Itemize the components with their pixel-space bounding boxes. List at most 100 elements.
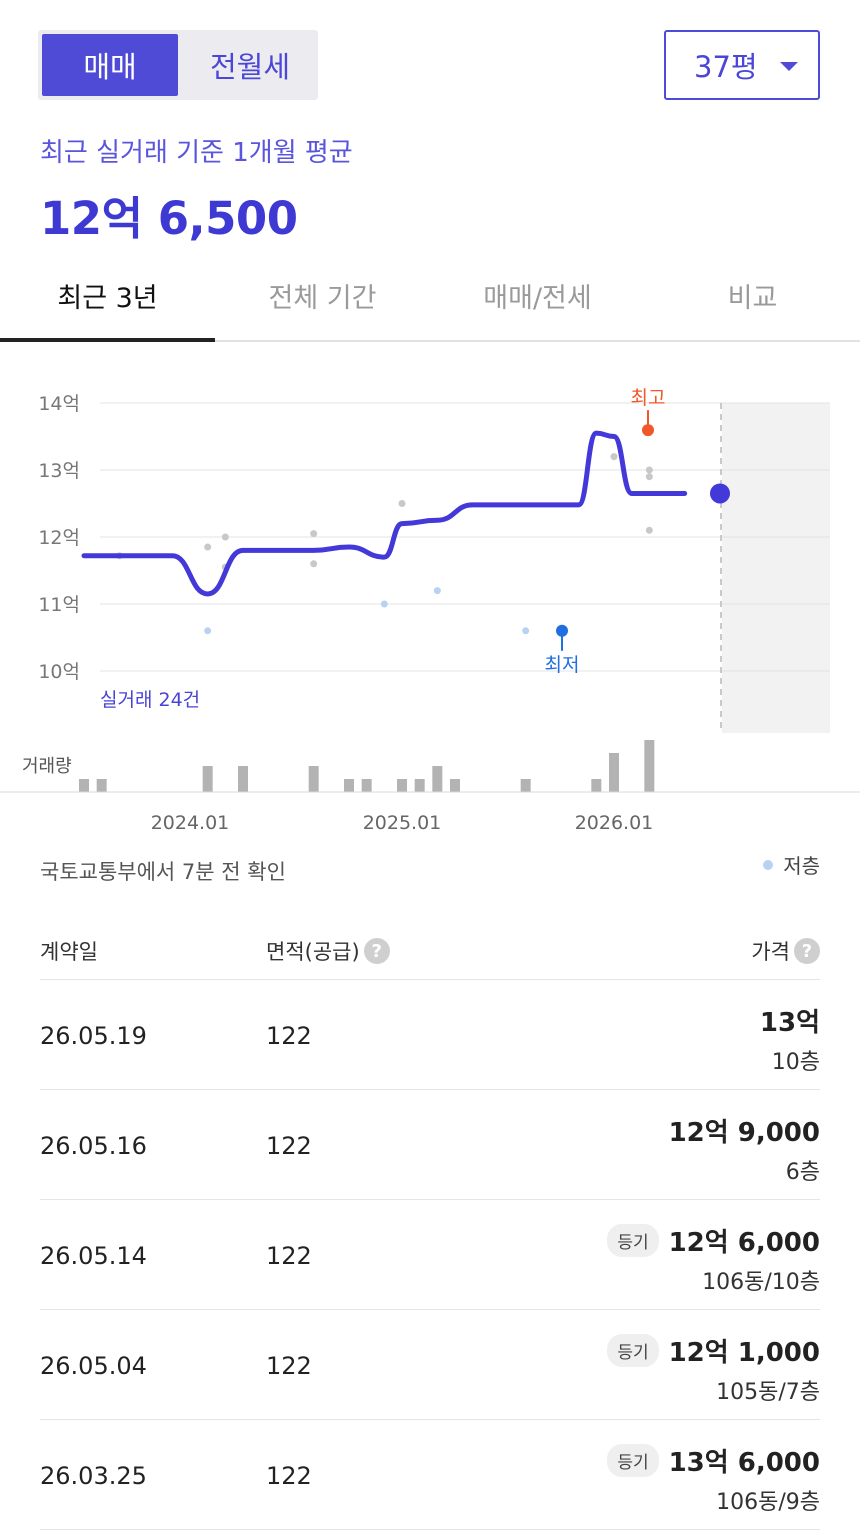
- price-chart-svg: 14억 13억 12억 11억 10억 최고최저실거래 24건거래량 2024.01 2025…: [0, 387, 860, 834]
- y-tick-label: 13억: [38, 460, 80, 482]
- transaction-count: 실거래 24건: [100, 689, 200, 711]
- size-dropdown[interactable]: 37평: [664, 30, 820, 100]
- tab-sale-jeonse[interactable]: 매매/전세: [430, 250, 645, 340]
- header-date: 계약일: [40, 940, 98, 964]
- volume-bar: [238, 766, 248, 792]
- header-price: 가격 ?: [751, 936, 820, 966]
- transaction-point: [204, 543, 212, 551]
- low-floor-point: [433, 587, 441, 595]
- row-area: 122: [266, 1132, 312, 1160]
- future-region: [722, 403, 830, 733]
- row-area: 122: [266, 1242, 312, 1270]
- volume-bar: [308, 766, 319, 792]
- sale-tab[interactable]: 매매: [42, 34, 178, 96]
- row-price-line: 등기 13억 6,000: [607, 1442, 820, 1479]
- row-area: 122: [266, 1022, 312, 1050]
- volume-bar: [450, 779, 460, 792]
- low-label: 최저: [545, 654, 580, 676]
- help-icon[interactable]: ?: [363, 938, 390, 964]
- high-label: 최고: [631, 387, 666, 409]
- volume-label: 거래량: [22, 756, 72, 777]
- legend: 저층: [763, 850, 820, 879]
- row-floor: 106동/10층: [702, 1270, 820, 1295]
- row-price: 13억: [759, 1008, 820, 1038]
- trade-type-toggle: 매매 전월세: [38, 30, 318, 100]
- low-floor-point: [380, 600, 388, 608]
- transaction-point: [610, 453, 618, 461]
- current-price-dot: [710, 483, 730, 504]
- volume-bar: [96, 779, 107, 792]
- y-tick-label: 12억: [38, 527, 80, 549]
- header-area-label: 면적(공급): [266, 940, 360, 964]
- row-date: 26.05.14: [40, 1242, 147, 1270]
- average-price: 12억 6,500: [40, 192, 298, 245]
- row-date: 26.03.25: [40, 1462, 147, 1490]
- registered-badge: 등기: [607, 1334, 659, 1367]
- table-row[interactable]: 26.05.16 122 12억 9,000 6층: [40, 1090, 820, 1200]
- low-floor-point: [204, 627, 212, 635]
- transaction-point: [645, 473, 653, 481]
- volume-bar: [520, 779, 531, 792]
- high-marker-dot: [642, 424, 654, 437]
- row-price: 12억 9,000: [668, 1118, 820, 1148]
- row-floor: 10층: [771, 1050, 820, 1075]
- row-floor: 6층: [785, 1160, 820, 1185]
- table-row[interactable]: 26.05.04 122 등기 12억 1,000 105동/7층: [40, 1310, 820, 1420]
- updated-text: 국토교통부에서 7분 전 확인: [40, 860, 286, 884]
- transaction-point: [221, 533, 229, 541]
- volume-bar: [591, 779, 602, 792]
- table-row[interactable]: 26.05.14 122 등기 12억 6,000 106동/10층: [40, 1200, 820, 1310]
- low-marker-dot: [556, 624, 568, 637]
- y-tick-label: 14억: [38, 393, 80, 415]
- tab-recent-3-years[interactable]: 최근 3년: [0, 250, 215, 342]
- row-date: 26.05.16: [40, 1132, 147, 1160]
- transaction-point: [645, 466, 653, 474]
- tab-compare[interactable]: 비교: [645, 250, 860, 340]
- header-price-label: 가격: [751, 940, 790, 964]
- volume-bar: [609, 753, 619, 792]
- low-floor-dot-icon: [763, 859, 774, 870]
- transaction-point: [310, 560, 318, 568]
- rent-tab[interactable]: 전월세: [182, 34, 318, 96]
- transaction-table: 계약일 면적(공급) ? 가격 ? 26.05.19 122 13억 10층 26.05…: [40, 914, 820, 1530]
- y-tick-label: 11억: [38, 594, 80, 616]
- table-row[interactable]: 26.05.19 122 13억 10층: [40, 980, 820, 1090]
- price-line: [81, 430, 688, 597]
- low-floor-point: [522, 627, 530, 635]
- row-area: 122: [266, 1462, 312, 1490]
- row-price: 12억 6,000: [668, 1228, 820, 1258]
- volume-bar: [79, 779, 89, 792]
- transaction-point: [310, 530, 318, 538]
- row-price: 13억 6,000: [668, 1448, 820, 1478]
- volume-bar: [397, 779, 407, 792]
- caret-down-icon: [780, 62, 798, 71]
- volume-bar: [432, 766, 443, 792]
- row-floor: 106동/9층: [716, 1490, 820, 1515]
- row-price-line: 13억: [760, 1002, 820, 1039]
- row-price-line: 등기 12억 1,000: [607, 1332, 820, 1369]
- help-icon[interactable]: ?: [794, 938, 820, 964]
- row-price: 12억 1,000: [668, 1338, 820, 1368]
- size-value: 37평: [694, 50, 758, 84]
- price-chart[interactable]: 14억 13억 12억 11억 10억 최고 최저 실거래 24건 거래량 2024.01 2025…: [0, 344, 860, 844]
- y-tick-label: 10억: [38, 661, 80, 683]
- row-floor: 105동/7층: [716, 1380, 820, 1405]
- row-price-line: 등기 12억 6,000: [607, 1222, 820, 1259]
- row-area: 122: [266, 1352, 312, 1380]
- period-tabs: 최근 3년 전체 기간 매매/전세 비교: [0, 250, 860, 342]
- row-price-line: 12억 9,000: [669, 1112, 820, 1149]
- registered-badge: 등기: [607, 1444, 659, 1477]
- x-tick-label: 2025.01: [363, 812, 442, 834]
- volume-bar: [202, 766, 213, 792]
- header-area: 면적(공급) ?: [266, 936, 390, 966]
- tab-all-period[interactable]: 전체 기간: [215, 250, 430, 340]
- volume-bar: [644, 740, 655, 792]
- table-row[interactable]: 26.03.25 122 등기 13억 6,000 106동/9층: [40, 1420, 820, 1530]
- registered-badge: 등기: [607, 1224, 659, 1257]
- x-tick-label: 2026.01: [575, 812, 654, 834]
- row-date: 26.05.04: [40, 1352, 147, 1380]
- table-header: 계약일 면적(공급) ? 가격 ?: [40, 914, 820, 980]
- legend-low-floor: 저층: [783, 854, 820, 878]
- volume-bar: [414, 779, 425, 792]
- average-label: 최근 실거래 기준 1개월 평균: [40, 138, 353, 168]
